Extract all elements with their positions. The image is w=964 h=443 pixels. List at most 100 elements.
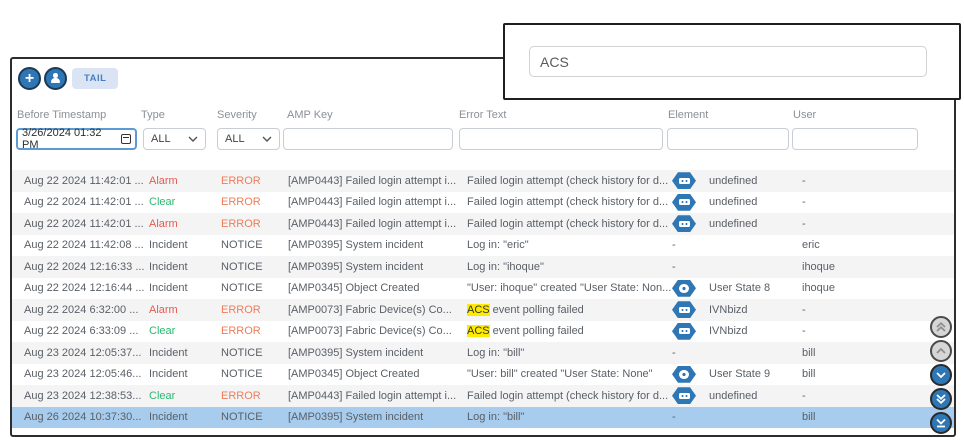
table-row[interactable]: Aug 23 2024 12:05:37... Incident NOTICE … [12,342,954,364]
cell-type: Incident [149,368,221,380]
table-row[interactable]: Aug 22 2024 6:32:00 ... Alarm ERROR [AMP… [12,299,954,321]
element-name: undefined [709,218,757,230]
search-popup [503,23,961,100]
error-text: "User: ihoque" created "User State: Non.… [467,282,671,294]
table-row[interactable]: Aug 23 2024 12:38:53... Clear ERROR [AMP… [12,385,954,407]
cell-element: - [672,261,802,273]
cell-user: - [802,196,954,208]
cell-user: eric [802,239,954,251]
scroll-page-down-button[interactable] [930,388,952,410]
cell-element: - [672,239,802,251]
table-row[interactable]: Aug 22 2024 12:16:33 ... Incident NOTICE… [12,256,954,278]
severity-label: Severity [217,109,257,121]
scroll-down-button[interactable] [930,364,952,386]
cell-amp-key: [AMP0395] System incident [288,411,467,423]
event-log-panel: + TAIL Before Timestamp Type Severity AM… [10,57,956,437]
before-timestamp-label: Before Timestamp [17,109,106,121]
scroll-to-top-button[interactable] [930,316,952,338]
chevron-down-icon [934,368,948,382]
cell-element: IVNbizd [672,323,802,340]
cell-severity: NOTICE [221,347,288,359]
cell-user: - [802,175,954,187]
cell-amp-key: [AMP0345] Object Created [288,282,467,294]
user-filter-input[interactable] [792,128,918,150]
element-type-icon [672,301,696,318]
cell-error-text: "User: bill" created "User State: None" [467,368,672,380]
search-input[interactable] [529,46,927,77]
cell-user: ihoque [802,282,954,294]
add-button[interactable]: + [18,67,41,90]
error-text: "User: bill" created "User State: None" [467,368,653,380]
severity-select[interactable]: ALL [217,128,280,150]
cell-element: undefined [672,387,802,404]
cell-severity: NOTICE [221,411,288,423]
element-name: User State 9 [709,368,770,380]
scroll-to-bottom-button[interactable] [930,412,952,434]
cell-severity: NOTICE [221,261,288,273]
cell-severity: ERROR [221,175,288,187]
error-text: Failed login attempt (check history for … [467,218,668,230]
table-row[interactable]: Aug 22 2024 11:42:01 ... Alarm ERROR [AM… [12,213,954,235]
cell-error-text: Log in: "eric" [467,239,672,251]
user-button[interactable] [44,67,67,90]
table-row[interactable]: Aug 22 2024 11:42:01 ... Clear ERROR [AM… [12,192,954,214]
cell-type: Incident [149,239,221,251]
cell-severity: NOTICE [221,282,288,294]
cell-element: - [672,347,802,359]
error-text: event polling failed [490,325,584,337]
element-type-icon [672,215,696,232]
table-row[interactable]: Aug 22 2024 11:42:01 ... Alarm ERROR [AM… [12,170,954,192]
cell-amp-key: [AMP0395] System incident [288,239,467,251]
table-row[interactable]: Aug 22 2024 11:42:08 ... Incident NOTICE… [12,235,954,257]
cell-severity: NOTICE [221,239,288,251]
table-row[interactable]: Aug 22 2024 12:16:44 ... Incident NOTICE… [12,278,954,300]
type-select[interactable]: ALL [143,128,206,150]
cell-amp-key: [AMP0443] Failed login attempt i... [288,175,467,187]
cell-severity: ERROR [221,325,288,337]
error-text: event polling failed [490,304,584,316]
error-text: Log in: "eric" [467,239,529,251]
chevron-up-icon [934,344,948,358]
cell-type: Clear [149,325,221,337]
cell-element: undefined [672,172,802,189]
cell-timestamp: Aug 22 2024 6:33:09 ... [24,325,149,337]
cell-error-text: Log in: "ihoque" [467,261,672,273]
cell-error-text: Failed login attempt (check history for … [467,175,672,187]
element-name: - [672,411,676,423]
chevron-down-icon [188,136,198,142]
cell-amp-key: [AMP0073] Fabric Device(s) Co... [288,325,467,337]
person-icon [50,73,61,84]
error-text: Failed login attempt (check history for … [467,390,668,402]
cell-severity: NOTICE [221,368,288,380]
amp-key-filter-input[interactable] [283,128,453,150]
cell-timestamp: Aug 22 2024 12:16:33 ... [24,261,149,273]
cell-element: undefined [672,194,802,211]
cell-error-text: Log in: "bill" [467,347,672,359]
element-name: - [672,239,676,251]
element-filter-input[interactable] [667,128,789,150]
cell-error-text: Log in: "bill" [467,411,672,423]
amp-key-label: AMP Key [287,109,333,121]
table-row[interactable]: Aug 23 2024 12:05:46... Incident NOTICE … [12,364,954,386]
calendar-icon[interactable] [121,134,131,144]
chevron-down-to-line-icon [934,416,948,430]
type-select-value: ALL [151,133,171,145]
search-highlight: ACS [467,325,490,337]
element-name: - [672,347,676,359]
table-row[interactable]: Aug 22 2024 6:33:09 ... Clear ERROR [AMP… [12,321,954,343]
before-timestamp-input[interactable]: 3/26/2024 01:32 PM [16,128,137,150]
tail-button[interactable]: TAIL [72,68,118,89]
element-name: - [672,261,676,273]
cell-amp-key: [AMP0395] System incident [288,261,467,273]
scroll-up-button[interactable] [930,340,952,362]
element-name: User State 8 [709,282,770,294]
cell-type: Incident [149,261,221,273]
element-name: IVNbizd [709,325,748,337]
cell-timestamp: Aug 23 2024 12:05:37... [24,347,149,359]
element-type-icon [672,280,696,297]
cell-element: User State 8 [672,280,802,297]
table-row[interactable]: Aug 26 2024 10:37:30... Incident NOTICE … [12,407,954,429]
error-text-filter-input[interactable] [459,128,663,150]
cell-type: Alarm [149,304,221,316]
cell-timestamp: Aug 22 2024 11:42:01 ... [24,218,149,230]
